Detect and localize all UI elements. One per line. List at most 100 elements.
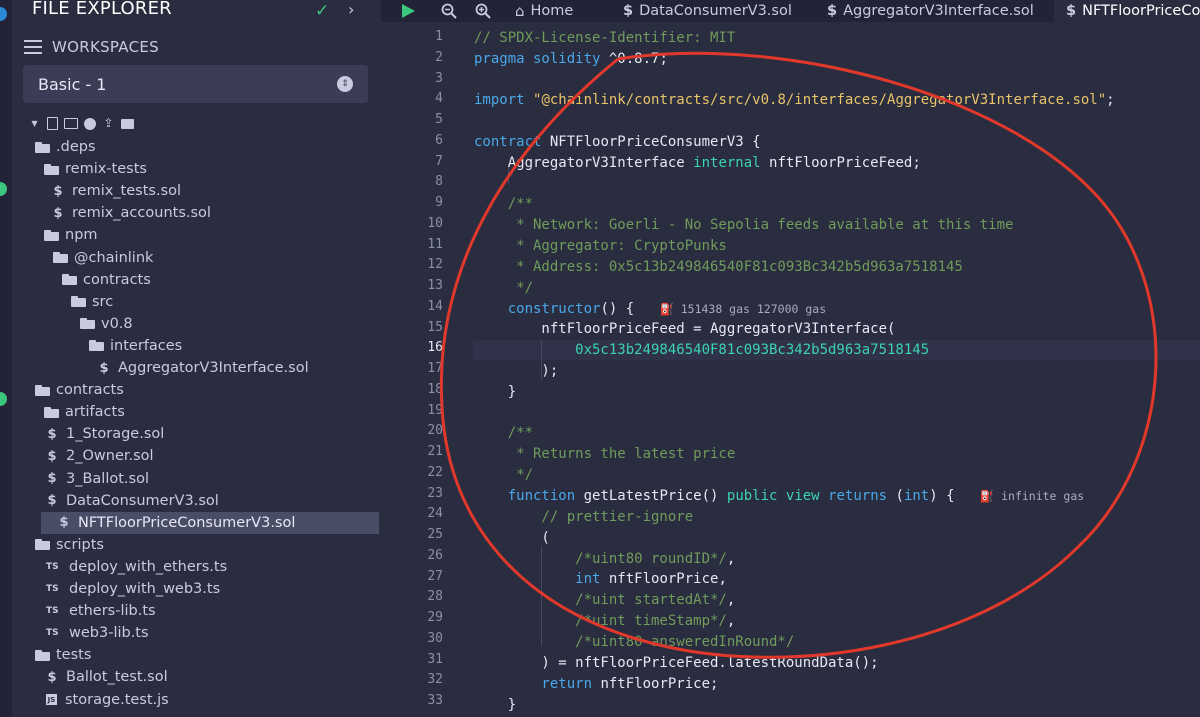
tree-item-label: artifacts [65, 404, 125, 421]
tree-toolbar: ▾ ⇪ [28, 117, 134, 130]
tree-item[interactable]: TS web3-lib.ts [12, 622, 381, 644]
annotation-circle [439, 51, 1158, 659]
tree-item[interactable]: $1_Storage.sol [12, 423, 381, 445]
tree-item[interactable]: JS storage.test.js [12, 689, 381, 711]
line-number: 10 [427, 215, 443, 231]
tree-item-label: deploy_with_ethers.ts [69, 558, 228, 575]
line-number: 4 [435, 91, 443, 107]
tree-item[interactable]: tests [12, 644, 381, 666]
folder-open-icon [44, 163, 59, 175]
tree-item[interactable]: contracts [12, 379, 381, 401]
tree-item[interactable]: remix-tests [12, 158, 381, 180]
solidity-file-icon: $ [47, 448, 57, 464]
tree-item[interactable]: TS ethers-lib.ts [12, 600, 381, 622]
tree-item[interactable]: $ AggregatorV3Interface.sol [12, 357, 381, 379]
tab-nftfloorprice[interactable]: $ NFTFloorPriceConsumerV3.sol [1054, 0, 1200, 22]
line-number: 21 [427, 444, 443, 459]
line-number: 19 [427, 402, 443, 418]
play-icon [402, 4, 415, 18]
folder-icon [44, 406, 59, 418]
line-number: 3 [435, 70, 443, 86]
tree-item-label: interfaces [110, 337, 183, 354]
tree-item-label: .deps [56, 139, 96, 155]
deploy-status-icon[interactable] [0, 392, 7, 406]
tree-item[interactable]: artifacts [12, 401, 381, 423]
tree-item[interactable]: v0.8 [12, 313, 381, 335]
tree-item-label: npm [65, 227, 98, 244]
tree-item[interactable]: $2_Owner.sol [12, 445, 381, 467]
tab-home-label: Home [530, 3, 574, 19]
line-number: 14 [427, 298, 443, 314]
solidity-file-icon: $ [47, 493, 57, 509]
plugin-icon[interactable] [0, 7, 7, 21]
tree-item-label: src [92, 293, 114, 310]
solidity-file-icon: $ [59, 515, 69, 531]
solidity-file-icon: $ [47, 669, 57, 685]
line-number: 5 [435, 112, 443, 127]
tree-item[interactable]: interfaces [12, 335, 381, 357]
folder-open-icon [44, 229, 59, 241]
zoom-in-button[interactable] [475, 0, 491, 22]
tree-item-label: web3-lib.ts [69, 625, 149, 642]
hamburger-menu-icon[interactable] [24, 40, 42, 54]
tree-item[interactable]: $ NFTFloorPriceConsumerV3.sol [41, 511, 379, 534]
tree-item[interactable]: @chainlink [12, 247, 381, 269]
tree-item[interactable]: TS deploy_with_ethers.ts [12, 556, 381, 578]
tree-item[interactable]: $ remix_accounts.sol [12, 202, 381, 224]
solidity-icon: $ [1066, 3, 1077, 19]
folder-open-icon [35, 384, 50, 396]
compiler-status-icon[interactable] [0, 182, 7, 196]
upload-folder-icon[interactable] [121, 118, 134, 129]
code-line: // SPDX-License-Identifier: MIT [474, 30, 736, 46]
line-number: 26 [427, 547, 443, 563]
tree-item[interactable]: $ DataConsumerV3.sol [12, 490, 381, 512]
solidity-file-icon: $ [53, 183, 63, 199]
tree-item[interactable]: npm [12, 224, 381, 246]
line-number: 17 [427, 361, 443, 376]
tree-item[interactable]: $ remix_tests.sol [12, 180, 381, 202]
solidity-file-icon: $ [53, 205, 63, 221]
tree-item[interactable]: $3_Ballot.sol [12, 468, 381, 490]
code-line: return nftFloorPrice; [474, 676, 719, 692]
folder-open-icon [89, 340, 104, 352]
tree-item[interactable]: scripts [12, 534, 381, 556]
tree-item[interactable]: TS deploy_with_web3.ts [12, 578, 381, 600]
typescript-file-icon: TS [46, 606, 59, 617]
chevron-right-icon[interactable]: › [348, 0, 354, 19]
line-number: 28 [427, 589, 443, 605]
new-folder-icon[interactable] [64, 118, 78, 129]
tab-label: AggregatorV3Interface.sol [843, 3, 1034, 19]
run-button[interactable] [401, 0, 415, 22]
line-number: 24 [427, 506, 443, 522]
workspaces-header[interactable]: WORKSPACES [24, 36, 159, 58]
upload-icon[interactable]: ⇪ [102, 117, 115, 130]
line-number: 27 [427, 568, 443, 584]
line-number: 8 [435, 174, 443, 190]
new-file-icon[interactable] [47, 117, 58, 130]
tab-aggregator[interactable]: $ AggregatorV3Interface.sol [827, 0, 1034, 22]
github-icon[interactable] [84, 117, 96, 130]
tree-item-label: DataConsumerV3.sol [66, 492, 219, 509]
caret-down-icon[interactable]: ▾ [28, 117, 41, 130]
tree-item[interactable]: contracts [12, 269, 381, 291]
tree-item[interactable]: src [12, 291, 381, 313]
tree-item-label: scripts [56, 536, 104, 553]
line-number: 7 [435, 153, 443, 169]
tab-home[interactable]: ⌂ Home [515, 0, 573, 22]
select-toggle-icon[interactable]: ⇕ [337, 76, 353, 92]
line-number: 30 [427, 630, 443, 646]
tree-item[interactable]: $ Ballot_test.sol [12, 666, 381, 688]
tree-item[interactable]: .deps [12, 136, 381, 158]
tab-dataconsumer[interactable]: $ DataConsumerV3.sol [623, 0, 792, 22]
javascript-file-icon: JS [46, 694, 57, 705]
check-icon[interactable]: ✓ [315, 1, 329, 21]
workspace-select[interactable]: Basic - 1 ⇕ [23, 65, 368, 103]
tree-item-label: AggregatorV3Interface.sol [118, 360, 309, 376]
typescript-file-icon: TS [46, 561, 59, 572]
tree-item-label: @chainlink [74, 249, 154, 266]
zoom-out-button[interactable] [441, 0, 457, 22]
solidity-icon: $ [827, 3, 838, 19]
workspaces-label: WORKSPACES [52, 38, 159, 56]
folder-open-icon [71, 296, 86, 308]
line-number: 22 [427, 464, 443, 480]
